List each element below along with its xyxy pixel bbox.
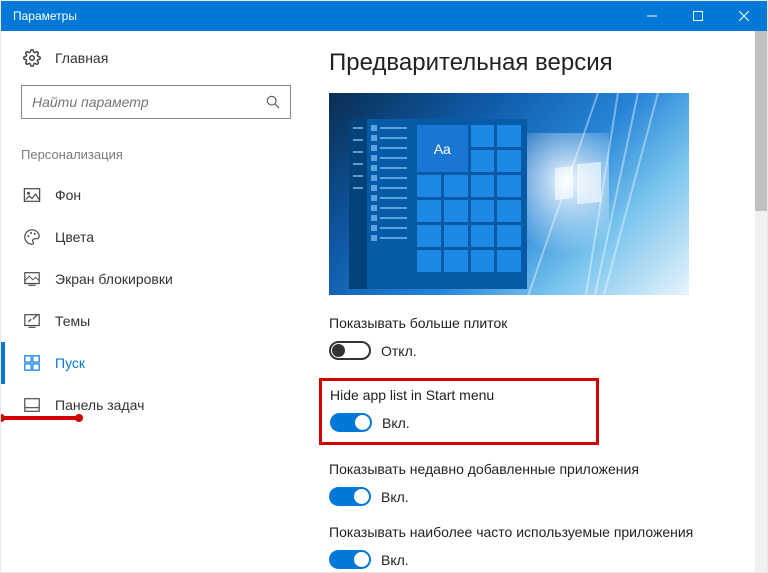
close-button[interactable]	[721, 1, 767, 31]
start-preview: Aa	[329, 93, 689, 295]
titlebar: Параметры	[1, 1, 767, 31]
window-body: Главная Персонализация Фон Цвета Экран б…	[1, 31, 767, 572]
category-label: Персонализация	[21, 147, 291, 162]
sidebar-item-lockscreen[interactable]: Экран блокировки	[21, 258, 291, 300]
search-input[interactable]	[32, 94, 266, 110]
window-title: Параметры	[13, 9, 77, 23]
toggle-state-text: Вкл.	[382, 415, 410, 431]
taskbar-icon	[23, 396, 41, 414]
scrollbar-thumb[interactable]	[755, 31, 767, 211]
themes-icon	[23, 312, 41, 330]
toggle-hide-app-list[interactable]	[330, 413, 372, 432]
palette-icon	[23, 228, 41, 246]
toggle-state-text: Вкл.	[381, 489, 409, 505]
setting-label: Показывать недавно добавленные приложени…	[329, 461, 737, 477]
page-title: Предварительная версия	[329, 49, 737, 77]
preview-tile-text: Aa	[417, 125, 468, 172]
titlebar-buttons	[629, 1, 767, 31]
sidebar-item-label: Пуск	[55, 355, 85, 371]
settings-window: Параметры Главная Персонализация	[1, 1, 767, 572]
home-label: Главная	[55, 50, 108, 66]
setting-recently-added: Показывать недавно добавленные приложени…	[329, 461, 737, 506]
sidebar-item-label: Фон	[55, 187, 81, 203]
sidebar-item-background[interactable]: Фон	[21, 174, 291, 216]
start-icon	[23, 354, 41, 372]
sidebar-item-themes[interactable]: Темы	[21, 300, 291, 342]
home-button[interactable]: Главная	[23, 49, 291, 67]
scrollbar[interactable]	[755, 31, 767, 572]
sidebar: Главная Персонализация Фон Цвета Экран б…	[1, 31, 311, 572]
annotation-box: Hide app list in Start menu Вкл.	[319, 378, 599, 445]
content-pane: Предварительная версия	[311, 31, 767, 572]
sidebar-item-label: Темы	[55, 313, 90, 329]
toggle-state-text: Вкл.	[381, 552, 409, 568]
annotation-dot	[1, 414, 5, 422]
setting-most-used: Показывать наиболее часто используемые п…	[329, 524, 737, 569]
windows-logo-icon	[555, 163, 601, 203]
sidebar-item-colors[interactable]: Цвета	[21, 216, 291, 258]
setting-hide-app-list: Hide app list in Start menu Вкл.	[330, 387, 556, 432]
setting-label: Hide app list in Start menu	[330, 387, 556, 403]
annotation-underline	[1, 416, 79, 420]
lockscreen-icon	[23, 270, 41, 288]
search-box[interactable]	[21, 85, 291, 119]
toggle-most-used[interactable]	[329, 550, 371, 569]
sidebar-item-label: Панель задач	[55, 397, 144, 413]
minimize-button[interactable]	[629, 1, 675, 31]
sidebar-item-start[interactable]: Пуск	[21, 342, 291, 384]
toggle-recently-added[interactable]	[329, 487, 371, 506]
picture-icon	[23, 186, 41, 204]
search-icon	[266, 95, 280, 109]
setting-label: Показывать больше плиток	[329, 315, 737, 331]
toggle-more-tiles[interactable]	[329, 341, 371, 360]
setting-more-tiles: Показывать больше плиток Откл.	[329, 315, 737, 360]
toggle-state-text: Откл.	[381, 343, 417, 359]
setting-label: Показывать наиболее часто используемые п…	[329, 524, 737, 540]
sidebar-item-label: Цвета	[55, 229, 94, 245]
annotation-dot	[75, 414, 83, 422]
maximize-button[interactable]	[675, 1, 721, 31]
start-menu-mock: Aa	[349, 119, 527, 289]
gear-icon	[23, 49, 41, 67]
sidebar-item-label: Экран блокировки	[55, 271, 173, 287]
